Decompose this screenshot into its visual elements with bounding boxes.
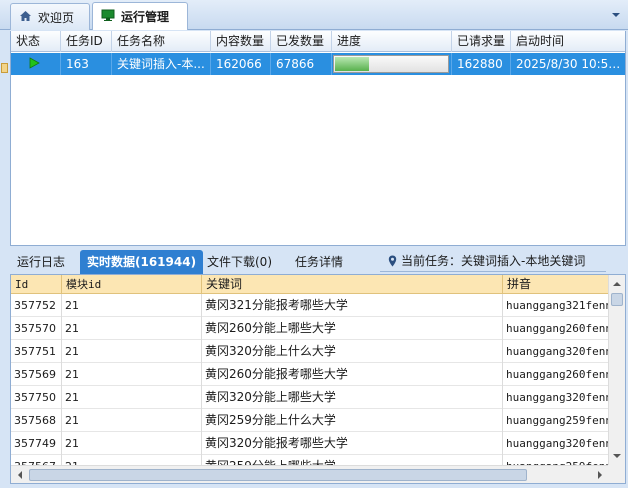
id-cell: 357570 <box>11 317 62 340</box>
col-task-id[interactable]: 任务ID <box>61 31 112 52</box>
tab-run-log[interactable]: 运行日志 <box>10 250 72 274</box>
col-start-time[interactable]: 启动时间 <box>511 31 627 52</box>
home-icon <box>19 10 32 25</box>
requested-cell: 162880 <box>452 53 511 75</box>
content-count-cell: 162066 <box>211 53 271 75</box>
pin-icon <box>388 254 401 268</box>
id-cell: 357752 <box>11 294 62 317</box>
horizontal-scrollbar[interactable] <box>11 465 609 483</box>
col-requested[interactable]: 已请求量 <box>452 31 511 52</box>
table-row[interactable]: 35756921黄冈260分能报考哪些大学huanggang260fenner <box>11 363 609 386</box>
table-row[interactable]: 35774921黄冈320分能报考哪些大学huanggang320fenner <box>11 432 609 455</box>
pinyin-cell: huanggang260fenner <box>503 317 609 340</box>
current-task-label: 当前任务：关键词插入-本地关键词 <box>401 254 586 268</box>
monitor-icon <box>101 9 115 24</box>
keyword-cell: 黄冈260分能报考哪些大学 <box>202 363 503 386</box>
keyword-cell: 黄冈320分能报考哪些大学 <box>202 432 503 455</box>
realtime-data-grid: Id 模块id 关键词 拼音 357752 21 黄冈321分能报考哪些大学 huan… <box>10 274 626 484</box>
keyword-cell: 黄冈259分能上什么大学 <box>202 409 503 432</box>
keyword-cell: 黄冈320分能上哪些大学 <box>202 386 503 409</box>
play-icon <box>28 57 40 71</box>
vertical-scrollbar[interactable] <box>608 275 625 465</box>
progress-bar <box>333 55 449 73</box>
col-pinyin[interactable]: 拼音 <box>503 275 609 294</box>
scroll-right-icon[interactable] <box>592 467 608 483</box>
table-row[interactable]: 35775021黄冈320分能上哪些大学huanggang320fenner <box>11 386 609 409</box>
col-status[interactable]: 状态 <box>11 31 61 52</box>
task-row[interactable]: 163 关键词插入-本... 162066 67866 162880 2025/… <box>11 53 627 75</box>
scroll-down-icon[interactable] <box>609 448 625 464</box>
start-time-cell: 2025/8/30 10:56:53 <box>516 57 627 71</box>
pinyin-cell: huanggang320fenner <box>503 340 609 363</box>
progress-bar-fill <box>335 57 369 71</box>
keyword-cell: 黄冈260分能上哪些大学 <box>202 317 503 340</box>
table-row[interactable]: 35775221黄冈321分能报考哪些大学huanggang321fenner <box>11 294 609 317</box>
table-row[interactable]: 35756821黄冈259分能上什么大学huanggang259fenner <box>11 409 609 432</box>
id-cell: 357751 <box>11 340 62 363</box>
id-cell: 357568 <box>11 409 62 432</box>
left-panel-edge <box>0 31 10 246</box>
vertical-scroll-thumb[interactable] <box>611 293 623 306</box>
tab-realtime-data[interactable]: 实时数据(161944) <box>80 250 204 280</box>
tab-run-management[interactable]: 运行管理 <box>92 2 188 30</box>
current-task-indicator: 当前任务：关键词插入-本地关键词 <box>380 250 606 272</box>
module-id-cell: 21 <box>62 386 202 409</box>
col-sent-count[interactable]: 已发数量 <box>271 31 332 52</box>
sent-count-cell: 67866 <box>271 53 332 75</box>
col-id[interactable]: Id <box>11 275 62 294</box>
module-id-cell: 21 <box>62 363 202 386</box>
bottom-tab-strip: 运行日志 实时数据(161944) 文件下载(0) 任务详情 当前任务：关键词插… <box>10 248 626 280</box>
document-tab-strip: 欢迎页 运行管理 <box>0 0 628 30</box>
col-task-name[interactable]: 任务名称 <box>112 31 211 52</box>
scroll-left-icon[interactable] <box>12 467 28 483</box>
horizontal-scroll-thumb[interactable] <box>29 469 527 481</box>
progress-cell <box>332 53 452 75</box>
module-id-cell: 21 <box>62 340 202 363</box>
col-keyword[interactable]: 关键词 <box>202 275 503 294</box>
col-module-id[interactable]: 模块id <box>62 275 202 294</box>
pinyin-cell: huanggang260fenner <box>503 363 609 386</box>
table-row[interactable]: 35775121黄冈320分能上什么大学huanggang320fenner <box>11 340 609 363</box>
tab-run-management-label: 运行管理 <box>121 10 170 24</box>
tab-task-details[interactable]: 任务详情 <box>288 250 350 274</box>
id-cell: 357749 <box>11 432 62 455</box>
scroll-up-icon[interactable] <box>609 276 625 292</box>
id-cell: 357750 <box>11 386 62 409</box>
pinyin-cell: huanggang320fenner <box>503 432 609 455</box>
task-id-cell: 163 <box>61 53 112 75</box>
id-cell: 357569 <box>11 363 62 386</box>
col-content-count[interactable]: 内容数量 <box>211 31 271 52</box>
pinyin-cell: huanggang259fenner <box>503 409 609 432</box>
tasks-grid-header: 状态 任务ID 任务名称 内容数量 已发数量 进度 已请求量 启动时间 <box>11 31 625 52</box>
pinyin-cell: huanggang321fenner <box>503 294 609 317</box>
module-id-cell: 21 <box>62 317 202 340</box>
tab-welcome[interactable]: 欢迎页 <box>10 3 90 30</box>
keyword-cell: 黄冈321分能报考哪些大学 <box>202 294 503 317</box>
status-cell <box>11 53 61 75</box>
module-id-cell: 21 <box>62 409 202 432</box>
collapsed-panel-marker[interactable] <box>1 63 8 73</box>
tab-list-dropdown-icon[interactable] <box>610 9 622 21</box>
scrollbar-corner <box>608 465 625 483</box>
tab-welcome-label: 欢迎页 <box>38 10 75 25</box>
task-name-cell: 关键词插入-本... <box>112 53 211 75</box>
keyword-cell: 黄冈320分能上什么大学 <box>202 340 503 363</box>
pinyin-cell: huanggang320fenner <box>503 386 609 409</box>
col-progress[interactable]: 进度 <box>332 31 452 52</box>
module-id-cell: 21 <box>62 432 202 455</box>
tab-file-download[interactable]: 文件下载(0) <box>200 250 279 274</box>
tasks-grid: 状态 任务ID 任务名称 内容数量 已发数量 进度 已请求量 启动时间 163 … <box>10 31 627 246</box>
module-id-cell: 21 <box>62 294 202 317</box>
table-row[interactable]: 35757021黄冈260分能上哪些大学huanggang260fenner <box>11 317 609 340</box>
